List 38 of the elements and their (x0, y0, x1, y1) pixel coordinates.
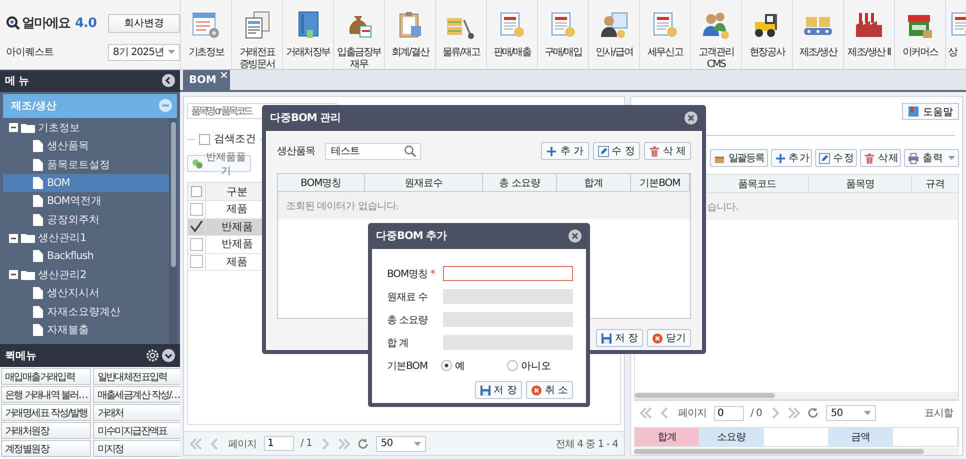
column-header: 구분 (226, 184, 248, 200)
column-header: 총 소요량 (483, 174, 557, 191)
table-cell-text: 반제품 (220, 237, 254, 252)
totals-label: 합계 (635, 428, 700, 446)
field-label: 원재료 수 (387, 290, 429, 304)
filter-label: 검색조건 (214, 132, 256, 146)
field-label: 총 소요량 (387, 314, 429, 326)
totals-header: 금액 (828, 428, 894, 446)
table-cell-text: 제품 (226, 202, 248, 218)
quick-menu-title: 퀵메뉴 (5, 348, 38, 363)
record-summary: 표시할 (924, 407, 953, 420)
dialog-title: 다중BOM 관리 (270, 111, 342, 125)
section-title: 제조/생산 (11, 98, 56, 113)
record-summary: 전체 4 중 1 - 4 (555, 438, 618, 450)
user-name: 아이퀘스트 (6, 46, 54, 59)
page-label: 페이지 (678, 407, 706, 420)
table-cell-text: 반제품 (220, 220, 254, 235)
page-label: 페이지 (228, 438, 256, 450)
field-label: BOM명칭 * (387, 268, 436, 280)
column-header: 합계 (556, 174, 631, 191)
column-header: 기본BOM (630, 174, 690, 191)
column-header: 규격 (911, 175, 958, 192)
dialog-title: 다중BOM 추가 (376, 229, 448, 243)
totals-header: 소요량 (700, 428, 764, 446)
table-cell-text: 제품 (226, 254, 248, 270)
empty-message: 조회된 데이터가 없습니다. (286, 200, 399, 212)
page-total: / 1 (300, 438, 312, 449)
field-label: 기본BOM (387, 360, 429, 372)
field-label: 생산품목 (277, 145, 316, 158)
empty-message: 습니다. (707, 200, 738, 214)
column-header: 품목명 (808, 175, 911, 192)
column-header: 원재료수 (364, 174, 483, 191)
column-header: BOM명칭 (278, 174, 365, 191)
field-label: 합 계 (387, 336, 410, 350)
app-name: 얼마에요 (22, 15, 70, 32)
menu-title: 메 뉴 (5, 74, 30, 88)
version-label: 4.0 (75, 16, 97, 30)
page-total: / 0 (750, 408, 762, 418)
